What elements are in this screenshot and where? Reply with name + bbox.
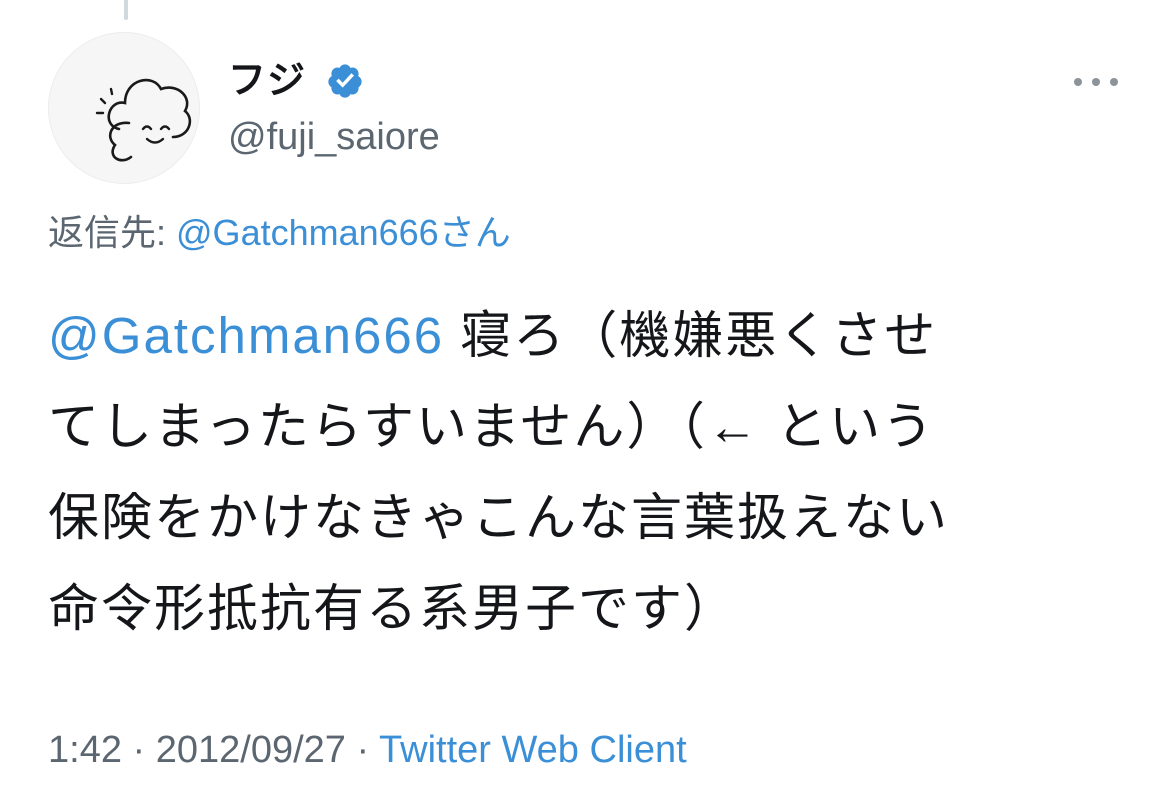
body-mention-link[interactable]: @Gatchman666 [48,307,444,364]
display-name[interactable]: フジ [228,58,306,104]
avatar-drawing [95,78,192,162]
meta-separator: · [121,729,156,771]
tweet-time[interactable]: 1:42 [48,729,122,771]
replying-to: 返信先: @Gatchman666さん [48,210,511,256]
tweet-metadata: 1:42 · 2012/09/27 · Twitter Web Client [48,726,687,774]
more-dot [1092,78,1100,86]
user-handle[interactable]: @fuji_saiore [228,114,440,160]
more-options-icon[interactable] [1072,64,1120,100]
more-dot [1110,78,1118,86]
tweet-text-segment: 寝ろ（機嫌悪くさせ [444,307,938,364]
reply-suffix: さん [438,212,511,253]
tweet-text-line: てしまったらすいません）（← という [48,398,936,455]
thread-connector-line [124,0,128,20]
reply-prefix: 返信先: [48,212,177,253]
tweet-text-line: 保険をかけなきゃこんな言葉扱えない [48,489,950,546]
tweet-text-line: 命令形抵抗有る系男子です） [48,580,738,637]
verified-badge-icon [328,64,362,98]
tweet-text-line: @Gatchman666 寝ろ（機嫌悪くさせ [48,290,1128,381]
client-link[interactable]: Twitter Web Client [379,729,687,771]
more-dot [1074,78,1082,86]
avatar[interactable] [48,32,200,184]
reply-mention-link[interactable]: @Gatchman666 [176,212,439,253]
tweet-date[interactable]: 2012/09/27 [156,729,346,771]
tweet-text: @Gatchman666 寝ろ（機嫌悪くさせ てしまったらすいません）（← とい… [48,290,1128,654]
meta-separator: · [345,729,380,771]
